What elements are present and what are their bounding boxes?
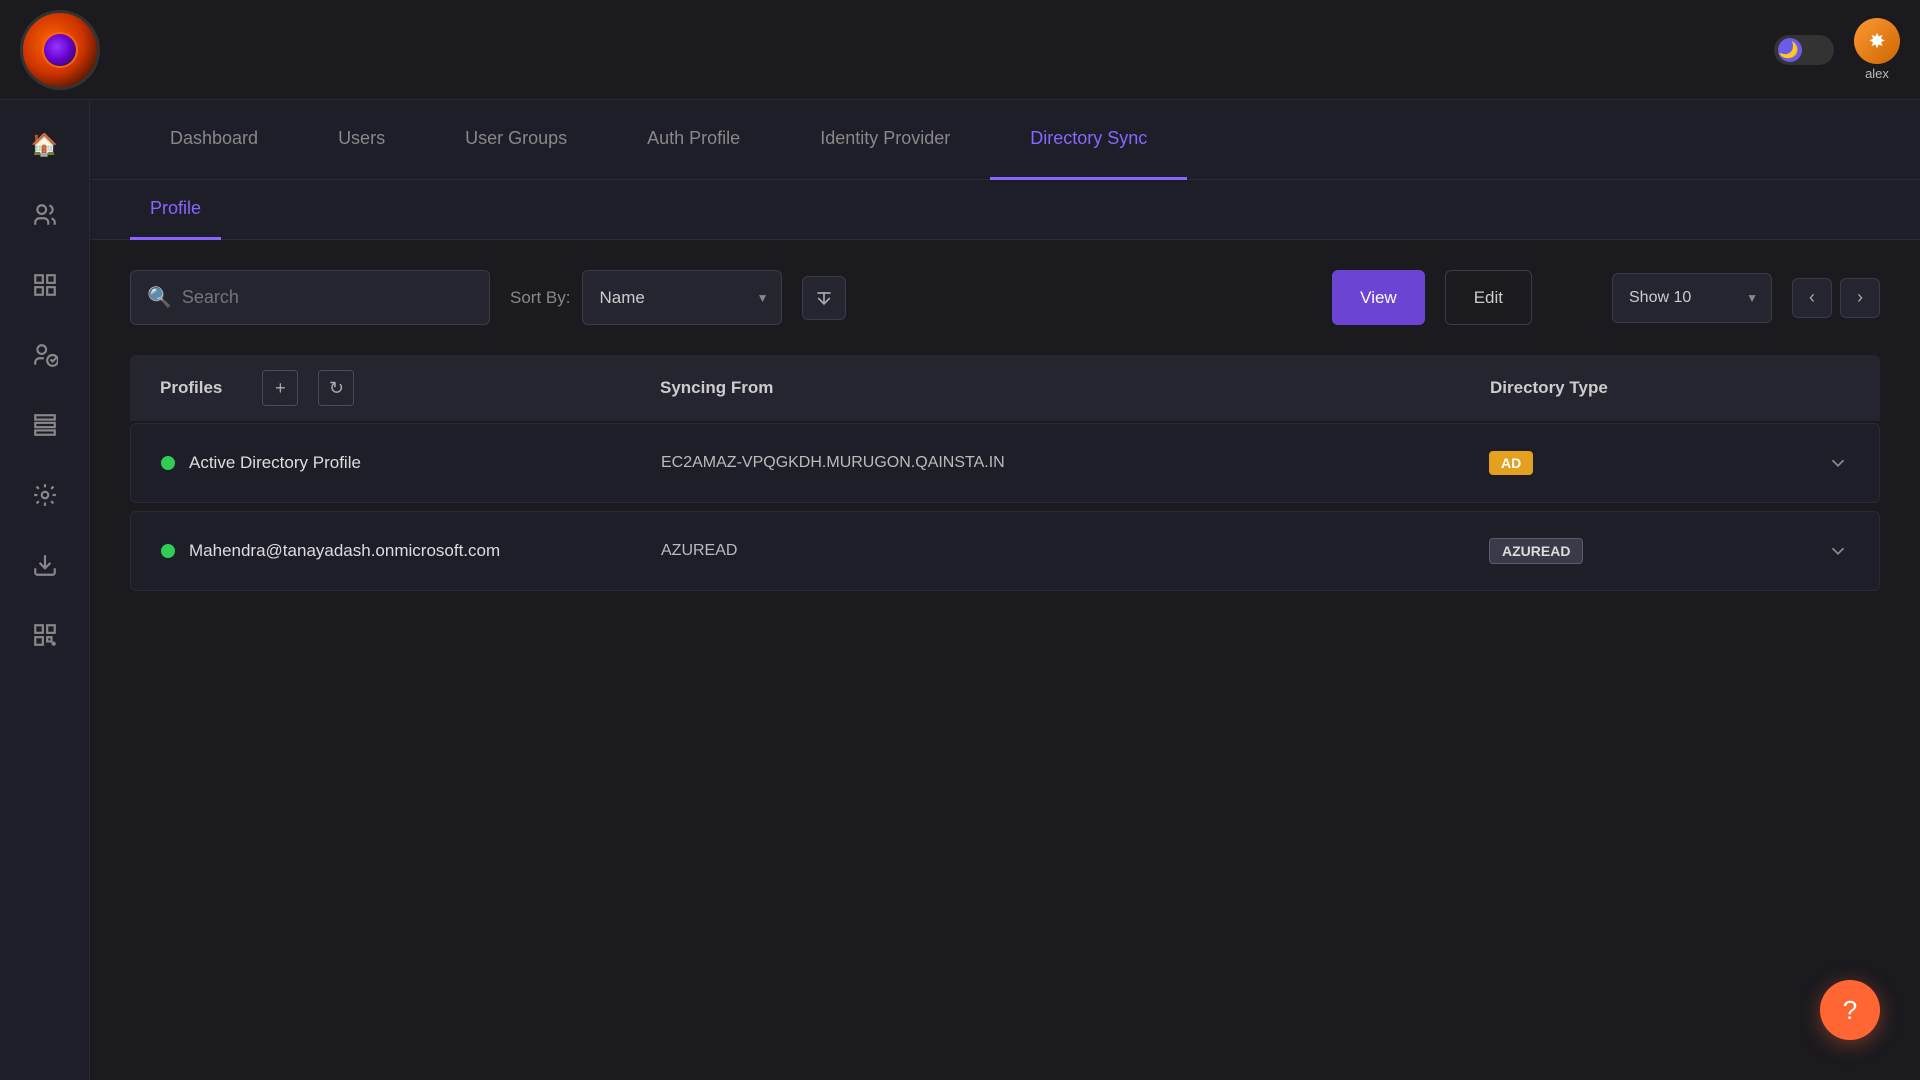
search-box[interactable]: 🔍: [130, 270, 490, 325]
prev-page-button[interactable]: ‹: [1792, 278, 1832, 318]
tab-directory-sync[interactable]: Directory Sync: [990, 100, 1187, 180]
tab-auth-profile[interactable]: Auth Profile: [607, 100, 780, 180]
dark-mode-toggle[interactable]: 🌙: [1774, 35, 1834, 65]
row-sync-2: AZUREAD: [661, 542, 1489, 560]
sidebar-icon-settings[interactable]: [20, 470, 70, 520]
table-header: Profiles + ↻ Syncing From Directory Type: [130, 355, 1880, 421]
table-row: Active Directory Profile EC2AMAZ-VPQGKDH…: [130, 423, 1880, 503]
row-expand-1[interactable]: [1789, 452, 1849, 474]
search-icon: 🔍: [147, 285, 172, 310]
sort-select[interactable]: Name Date Type: [582, 270, 782, 325]
sidebar-icon-list[interactable]: [20, 400, 70, 450]
show-select-wrapper: Show 10 Show 25 Show 50: [1612, 273, 1772, 323]
table-row: Mahendra@tanayadash.onmicrosoft.com AZUR…: [130, 511, 1880, 591]
tab-dashboard[interactable]: Dashboard: [130, 100, 298, 180]
user-name: alex: [1865, 66, 1889, 81]
sidebar-icon-download[interactable]: [20, 540, 70, 590]
show-select[interactable]: Show 10 Show 25 Show 50: [1612, 273, 1772, 323]
subtab-profile[interactable]: Profile: [130, 180, 221, 240]
col-directory-type: Directory Type: [1490, 378, 1790, 398]
next-page-button[interactable]: ›: [1840, 278, 1880, 318]
user-section[interactable]: ✸ alex: [1854, 18, 1900, 81]
status-dot-2: [161, 544, 175, 558]
row-expand-2[interactable]: [1789, 540, 1849, 562]
table-actions: + ↻: [262, 370, 354, 406]
search-input[interactable]: [182, 287, 473, 308]
logo-inner: [42, 32, 78, 68]
col-syncing-from: Syncing From: [660, 378, 1490, 398]
app-logo[interactable]: [20, 10, 100, 90]
tab-identity-provider[interactable]: Identity Provider: [780, 100, 990, 180]
sidebar-icon-users[interactable]: [20, 190, 70, 240]
avatar: ✸: [1854, 18, 1900, 64]
avatar-icon: ✸: [1869, 31, 1884, 52]
sort-select-wrapper: Name Date Type: [582, 270, 782, 325]
tab-users[interactable]: Users: [298, 100, 425, 180]
row-name-2: Mahendra@tanayadash.onmicrosoft.com: [161, 541, 661, 561]
sidebar-icon-user-sync[interactable]: [20, 330, 70, 380]
refresh-button[interactable]: ↻: [318, 370, 354, 406]
topbar: 🌙 ✸ alex: [0, 0, 1920, 100]
status-dot-1: [161, 456, 175, 470]
sidebar-icon-grid[interactable]: [20, 260, 70, 310]
badge-ad: AD: [1489, 451, 1533, 475]
sidebar: 🏠: [0, 100, 90, 1080]
moon-icon: 🌙: [1780, 41, 1799, 59]
help-button[interactable]: ?: [1820, 980, 1880, 1040]
row-sync-1: EC2AMAZ-VPQGKDH.MURUGON.QAINSTA.IN: [661, 454, 1489, 472]
top-right-section: 🌙 ✸ alex: [1774, 18, 1900, 81]
sidebar-icon-apps[interactable]: [20, 610, 70, 660]
row-name-1: Active Directory Profile: [161, 453, 661, 473]
row-type-1: AD: [1489, 451, 1789, 475]
pagination-buttons: ‹ ›: [1792, 278, 1880, 318]
help-icon: ?: [1843, 995, 1857, 1026]
toolbar: 🔍 Sort By: Name Date Type View Edit: [130, 270, 1880, 325]
nav-tabs: Dashboard Users User Groups Auth Profile…: [90, 100, 1920, 180]
badge-azuread: AZUREAD: [1489, 538, 1583, 564]
sub-tabs: Profile: [90, 180, 1920, 240]
add-profile-button[interactable]: +: [262, 370, 298, 406]
view-button[interactable]: View: [1332, 270, 1425, 325]
sort-order-button[interactable]: [802, 276, 846, 320]
sort-label: Sort By:: [510, 288, 570, 308]
tab-user-groups[interactable]: User Groups: [425, 100, 607, 180]
row-type-2: AZUREAD: [1489, 538, 1789, 564]
main-content: 🔍 Sort By: Name Date Type View Edit: [90, 240, 1920, 1080]
col-profiles: Profiles: [160, 378, 222, 398]
sort-section: Sort By: Name Date Type: [510, 270, 782, 325]
sidebar-icon-home[interactable]: 🏠: [20, 120, 70, 170]
edit-button[interactable]: Edit: [1445, 270, 1532, 325]
